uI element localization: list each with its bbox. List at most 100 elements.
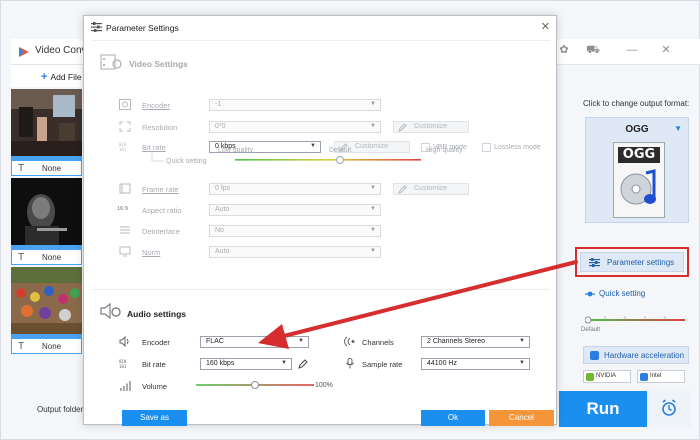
norm-label: Norm xyxy=(142,248,161,257)
video-thumbnail-3[interactable] xyxy=(11,267,82,334)
deinterlace-value: No xyxy=(215,227,224,234)
subtitle-selector-2[interactable]: T None xyxy=(11,249,82,265)
dialog-close-button[interactable]: ✕ xyxy=(541,20,550,33)
cancel-button[interactable]: Cancel xyxy=(489,410,554,426)
parameter-settings-highlight: Parameter settings xyxy=(575,247,689,277)
audio-bitrate-select[interactable]: 160 kbps ▼ xyxy=(200,358,292,370)
format-name: OGG xyxy=(625,124,649,135)
subtitle-value-1: None xyxy=(42,164,62,173)
subtitle-value-2: None xyxy=(42,253,62,262)
sliders-icon xyxy=(91,22,102,32)
volume-value: 100% xyxy=(315,382,333,389)
nvidia-logo-icon xyxy=(586,373,594,381)
save-as-button[interactable]: Save as xyxy=(122,410,187,426)
cart-icon[interactable]: ⛟ xyxy=(586,43,600,57)
quick-setting-toggle[interactable]: Quick setting xyxy=(599,289,645,298)
resolution-select[interactable]: 0*0 ▼ xyxy=(209,121,381,133)
quick-setting-default-label: Default xyxy=(581,327,601,333)
volume-label: Volume xyxy=(142,382,168,391)
ok-button[interactable]: Ok xyxy=(421,410,485,426)
video-quality-slider[interactable] xyxy=(235,155,421,165)
channels-label: Channels xyxy=(362,338,394,347)
add-files-button[interactable]: + Add File xyxy=(41,71,82,83)
resolution-value: 0*0 xyxy=(215,123,226,130)
chevron-down-icon: ▼ xyxy=(370,123,376,129)
chevron-down-icon: ▼ xyxy=(370,227,376,233)
lossless-mode-checkbox[interactable] xyxy=(482,143,491,152)
norm-icon xyxy=(119,246,131,257)
audio-encoder-icon xyxy=(119,336,129,347)
norm-select[interactable]: Auto ▼ xyxy=(209,246,381,258)
deinterlace-label: Deinterlace xyxy=(142,227,180,236)
aspect-ratio-label: Aspect ratio xyxy=(142,206,182,215)
dialog-title: Parameter Settings xyxy=(106,23,179,33)
quick-setting-slider[interactable] xyxy=(585,315,685,325)
disc-note-icon xyxy=(620,169,656,205)
output-format-selector[interactable]: OGG ▼ OGG xyxy=(585,117,689,223)
sample-rate-select[interactable]: 44100 Hz ▼ xyxy=(421,358,530,370)
resolution-customize-button[interactable]: Customize xyxy=(393,121,469,133)
audio-bitrate-edit-pencil-icon[interactable] xyxy=(298,359,308,369)
frame-rate-customize-button[interactable]: Customize xyxy=(393,183,469,195)
volume-slider-thumb[interactable] xyxy=(251,381,259,389)
run-button[interactable]: Run xyxy=(559,391,647,427)
section-divider xyxy=(92,289,550,290)
video-settings-title: Video Settings xyxy=(129,59,188,69)
frame-rate-label: Frame rate xyxy=(142,185,179,194)
frame-rate-value: 0 fps xyxy=(215,185,231,192)
aspect-ratio-select[interactable]: Auto ▼ xyxy=(209,204,381,216)
deinterlace-select[interactable]: No ▼ xyxy=(209,225,381,237)
gift-icon[interactable]: ✿ xyxy=(557,43,571,57)
aspect-ratio-value: Auto xyxy=(215,206,230,213)
hardware-acceleration-toggle[interactable]: Hardware acceleration xyxy=(583,346,689,364)
audio-encoder-select[interactable]: FLAC ▼ xyxy=(200,336,309,348)
intel-badge: Intel xyxy=(637,370,685,383)
frame-rate-icon xyxy=(119,183,131,194)
alarm-clock-button[interactable] xyxy=(647,391,691,427)
video-bitrate-label: Bit rate xyxy=(142,143,166,152)
gpu-badges: NVIDIA Intel xyxy=(583,370,689,384)
hardware-acceleration-label: Hardware acceleration xyxy=(604,351,685,360)
volume-slider[interactable] xyxy=(196,380,314,390)
resolution-icon xyxy=(119,121,131,132)
deinterlace-icon xyxy=(120,226,130,234)
sliders-icon xyxy=(589,258,600,267)
film-gear-icon xyxy=(100,54,122,70)
app-logo-icon xyxy=(19,47,29,57)
chevron-down-icon: ▼ xyxy=(310,143,316,149)
video-thumbnail-2[interactable] xyxy=(11,178,82,245)
dialog-titlebar: Parameter Settings ✕ xyxy=(84,16,556,40)
audio-bitrate-icon: 010101 xyxy=(119,359,127,369)
minimize-button[interactable]: — xyxy=(625,43,639,57)
parameter-settings-label: Parameter settings xyxy=(607,258,675,267)
svg-text:101: 101 xyxy=(119,147,127,152)
low-quality-label: Low quality xyxy=(218,147,254,154)
parameter-settings-button[interactable]: Parameter settings xyxy=(580,252,684,272)
audio-encoder-value: FLAC xyxy=(206,338,224,345)
output-format-panel: Click to change output format: OGG ▼ OGG xyxy=(573,89,691,389)
aspect-ratio-icon: 16:9 xyxy=(117,206,129,212)
subtitle-selector-3[interactable]: T None xyxy=(11,338,82,354)
video-encoder-select[interactable]: -1 ▼ xyxy=(209,99,381,111)
bitrate-customize-label: Customize xyxy=(355,143,389,150)
subtitle-selector-1[interactable]: T None xyxy=(11,160,82,176)
sample-rate-value: 44100 Hz xyxy=(427,360,457,367)
main-window-title: Video Conv xyxy=(35,45,87,56)
alarm-clock-icon xyxy=(662,399,676,416)
channels-select[interactable]: 2 Channels Stereo ▼ xyxy=(421,336,530,348)
chevron-down-icon: ▼ xyxy=(370,248,376,254)
chevron-down-icon: ▼ xyxy=(370,206,376,212)
frame-rate-select[interactable]: 0 fps ▼ xyxy=(209,183,381,195)
chevron-down-icon: ▼ xyxy=(519,338,525,344)
chip-icon xyxy=(590,351,599,360)
chevron-down-icon: ▼ xyxy=(298,338,304,344)
window-close-button[interactable]: ✕ xyxy=(659,43,673,57)
chevron-down-icon: ▼ xyxy=(370,101,376,107)
nvidia-badge: NVIDIA xyxy=(583,370,631,383)
video-thumbnail-1[interactable] xyxy=(11,89,82,156)
channels-icon xyxy=(344,336,355,347)
chevron-down-icon: ▼ xyxy=(519,360,525,366)
subtitle-icon: T xyxy=(18,163,25,174)
add-files-label: Add File xyxy=(50,72,82,82)
audio-settings-title: Audio settings xyxy=(127,309,187,319)
